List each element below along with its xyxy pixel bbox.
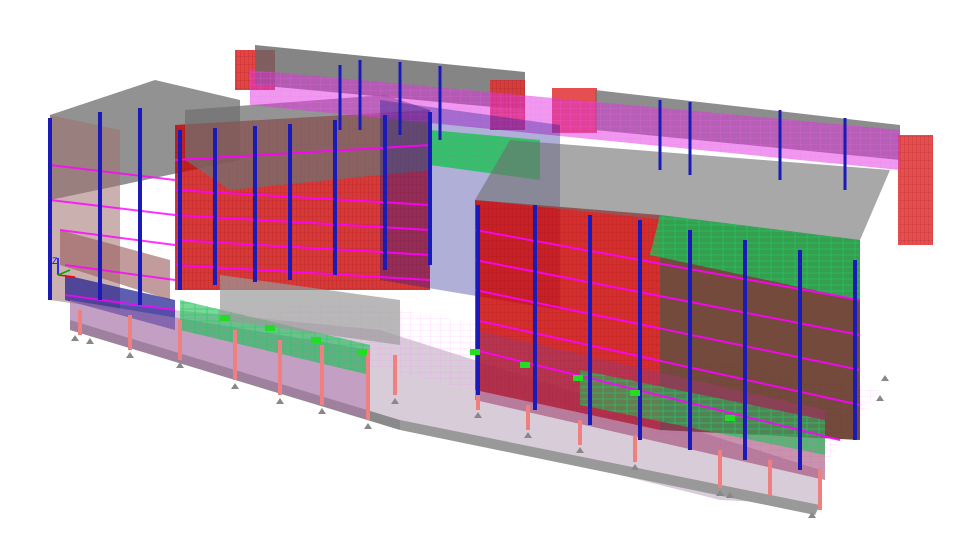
bracket — [311, 337, 321, 343]
axis-z-label: Z — [52, 256, 58, 266]
support-icon — [364, 423, 372, 429]
bracket — [220, 315, 230, 321]
bracket — [357, 349, 367, 355]
support-icon — [318, 408, 326, 414]
bracket — [725, 415, 735, 421]
support-icon — [876, 395, 884, 401]
bracket — [470, 349, 480, 355]
support-icon — [231, 383, 239, 389]
building-model-canvas[interactable]: Z — [0, 0, 966, 547]
bracket — [265, 325, 275, 331]
3d-model-viewport[interactable]: Z — [0, 0, 966, 547]
support-icon — [276, 398, 284, 404]
bracket — [573, 375, 583, 381]
support-icon — [881, 375, 889, 381]
support-icon — [86, 338, 94, 344]
support-icon — [126, 352, 134, 358]
bracket — [630, 390, 640, 396]
bracket — [520, 362, 530, 368]
support-icon — [71, 335, 79, 341]
